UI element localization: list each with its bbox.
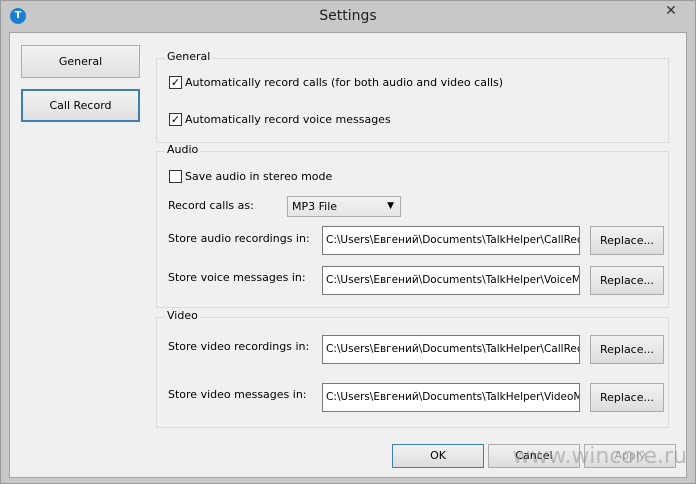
auto-record-voice-label: Automatically record voice messages xyxy=(185,113,391,126)
audio-rec-label: Store audio recordings in: xyxy=(168,232,310,245)
video-msg-path-field[interactable]: C:\Users\Евгений\Documents\TalkHelper\Vi… xyxy=(322,383,580,412)
voice-msg-path-field[interactable]: C:\Users\Евгений\Documents\TalkHelper\Vo… xyxy=(322,266,580,295)
chevron-down-icon: ▼ xyxy=(387,201,394,211)
record-format-value: MP3 File xyxy=(292,200,338,213)
checkbox-checked-icon[interactable]: ✓ xyxy=(169,76,182,89)
replace-audio-rec-button[interactable]: Replace... xyxy=(590,226,664,255)
general-group-label: General xyxy=(165,50,213,63)
video-group-label: Video xyxy=(165,309,200,322)
audio-rec-path-field[interactable]: C:\Users\Евгений\Documents\TalkHelper\Ca… xyxy=(322,226,580,255)
video-rec-label: Store video recordings in: xyxy=(168,340,310,353)
watermark: www.wincore.ru xyxy=(512,444,687,469)
replace-voice-msg-button[interactable]: Replace... xyxy=(590,266,664,295)
nav-general-button[interactable]: General xyxy=(21,45,140,78)
audio-group-label: Audio xyxy=(165,143,201,156)
video-rec-path-field[interactable]: C:\Users\Евгений\Documents\TalkHelper\Ca… xyxy=(322,335,580,364)
ok-button[interactable]: OK xyxy=(392,444,484,468)
replace-video-msg-button[interactable]: Replace... xyxy=(590,383,664,412)
settings-window: T Settings ✕ General Call Record General… xyxy=(0,0,696,484)
voice-msg-label: Store voice messages in: xyxy=(168,271,306,284)
dialog-client-area: General Call Record General ✓ Automatica… xyxy=(9,32,687,478)
replace-video-rec-button[interactable]: Replace... xyxy=(590,335,664,364)
close-icon[interactable]: ✕ xyxy=(655,1,687,23)
nav-call-record-button[interactable]: Call Record xyxy=(21,89,140,122)
auto-record-calls-label: Automatically record calls (for both aud… xyxy=(185,76,504,89)
checkbox-unchecked-icon[interactable] xyxy=(169,170,182,183)
title-bar[interactable]: T Settings ✕ xyxy=(1,1,695,32)
checkbox-checked-icon[interactable]: ✓ xyxy=(169,113,182,126)
window-title: Settings xyxy=(319,8,377,24)
audio-group: Audio Save audio in stereo mode Record c… xyxy=(156,143,669,308)
record-format-select[interactable]: MP3 File ▼ xyxy=(287,196,401,217)
video-group: Video Store video recordings in: C:\User… xyxy=(156,309,669,428)
stereo-label: Save audio in stereo mode xyxy=(185,170,333,183)
record-as-label: Record calls as: xyxy=(168,199,254,212)
general-group: General ✓ Automatically record calls (fo… xyxy=(156,50,669,143)
video-msg-label: Store video messages in: xyxy=(168,388,307,401)
